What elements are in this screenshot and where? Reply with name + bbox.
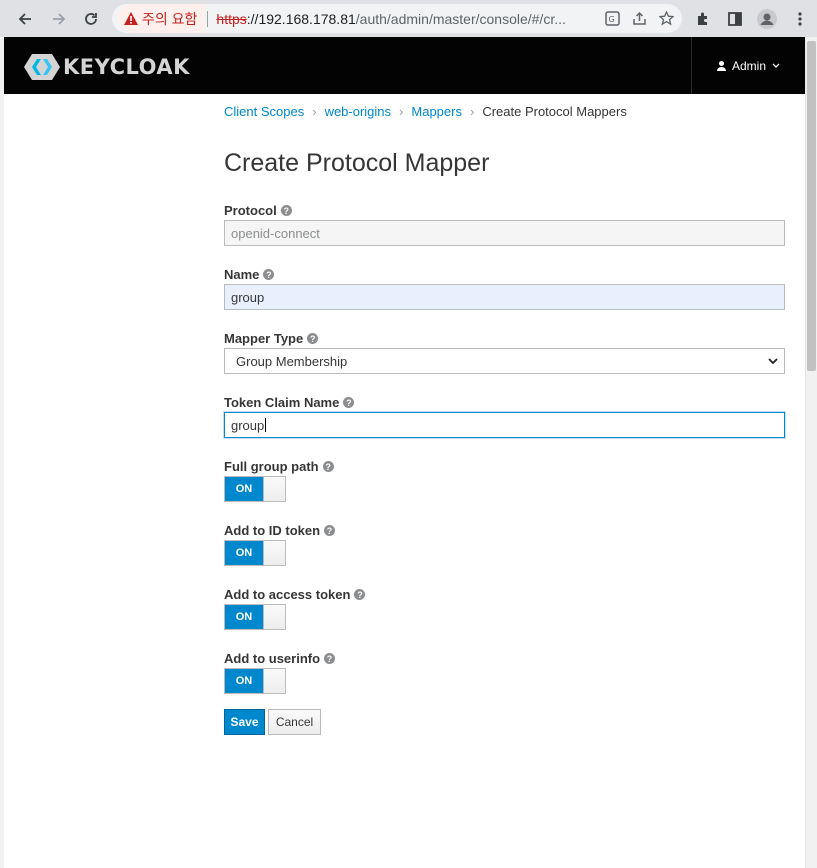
- breadcrumb-separator: ›: [469, 104, 475, 119]
- toggle-knob: [263, 669, 285, 693]
- share-icon[interactable]: [632, 11, 647, 26]
- keycloak-logo[interactable]: KEYCLOAK: [24, 54, 190, 80]
- toggle-on-label: ON: [225, 605, 263, 629]
- token-claim-name-label: Token Claim Name ?: [224, 395, 355, 410]
- add-to-id-token-toggle[interactable]: ON: [224, 540, 286, 566]
- breadcrumb-client-scopes[interactable]: Client Scopes: [224, 104, 304, 119]
- window-edge: [0, 37, 4, 868]
- toggle-on-label: ON: [225, 477, 263, 501]
- url-path: /auth/admin/master/console/#/cr...: [355, 10, 566, 27]
- breadcrumb-mappers[interactable]: Mappers: [411, 104, 462, 119]
- user-icon: [716, 60, 726, 71]
- profile-avatar-icon: [757, 9, 777, 29]
- add-to-id-token-label: Add to ID token ?: [224, 523, 336, 538]
- page-scrollbar[interactable]: [805, 37, 817, 868]
- breadcrumb-separator: ›: [312, 104, 317, 119]
- full-group-path-label-text: Full group path: [224, 459, 319, 474]
- help-icon[interactable]: ?: [324, 525, 336, 536]
- add-to-userinfo-label: Add to userinfo ?: [224, 651, 336, 666]
- extensions-button[interactable]: [690, 6, 716, 32]
- token-claim-name-label-text: Token Claim Name: [224, 395, 340, 410]
- url-scheme: https: [216, 10, 247, 27]
- svg-text:G: G: [609, 15, 615, 24]
- url-text: https://192.168.178.81/auth/admin/master…: [216, 11, 565, 27]
- token-claim-name-value: group: [231, 417, 265, 433]
- side-panel-icon: [728, 12, 742, 26]
- security-warning-text: 주의 요함: [142, 10, 198, 27]
- profile-button[interactable]: [754, 6, 780, 32]
- help-icon[interactable]: ?: [322, 461, 334, 472]
- add-to-access-token-label: Add to access token ?: [224, 587, 366, 602]
- address-bar[interactable]: 주의 요함 https://192.168.178.81/auth/admin/…: [112, 4, 682, 33]
- keycloak-logo-text: KEYCLOAK: [63, 55, 190, 79]
- toggle-on-label: ON: [225, 541, 263, 565]
- chevron-down-icon: [772, 63, 780, 68]
- protocol-field: openid-connect: [224, 220, 785, 246]
- address-bar-actions: G: [605, 4, 674, 33]
- mapper-type-label: Mapper Type ?: [224, 331, 319, 346]
- help-icon[interactable]: ?: [280, 205, 292, 216]
- help-icon[interactable]: ?: [263, 269, 275, 280]
- warning-icon: [124, 12, 138, 25]
- security-warning-chip[interactable]: 주의 요함: [118, 4, 206, 33]
- keycloak-logo-icon: [24, 54, 60, 80]
- translate-icon[interactable]: G: [605, 11, 620, 26]
- user-menu[interactable]: Admin: [691, 37, 805, 94]
- mapper-type-label-text: Mapper Type: [224, 331, 304, 346]
- url-host: ://192.168.178.81: [246, 10, 356, 27]
- mapper-type-select[interactable]: Group Membership: [224, 348, 785, 374]
- divider: [207, 10, 209, 27]
- forward-arrow-icon: [53, 13, 66, 25]
- back-button[interactable]: [12, 6, 38, 32]
- toggle-knob: [263, 605, 285, 629]
- cancel-button[interactable]: Cancel: [268, 709, 321, 735]
- add-to-id-token-label-text: Add to ID token: [224, 523, 321, 538]
- save-button[interactable]: Save: [224, 709, 265, 735]
- toggle-knob: [263, 541, 285, 565]
- token-claim-name-input[interactable]: group: [224, 412, 785, 438]
- reload-icon: [85, 13, 97, 25]
- add-to-userinfo-label-text: Add to userinfo: [224, 651, 321, 666]
- protocol-label: Protocol ?: [224, 203, 292, 218]
- keycloak-header: KEYCLOAK Admin: [4, 37, 805, 94]
- breadcrumb-web-origins[interactable]: web-origins: [325, 104, 391, 119]
- help-icon[interactable]: ?: [354, 589, 366, 600]
- side-panel-button[interactable]: [722, 6, 748, 32]
- protocol-label-text: Protocol: [224, 203, 277, 218]
- name-label-text: Name: [224, 267, 260, 282]
- name-input[interactable]: group: [224, 284, 785, 310]
- add-to-access-token-toggle[interactable]: ON: [224, 604, 286, 630]
- breadcrumb: Client Scopes › web-origins › Mappers › …: [224, 104, 627, 119]
- toggle-knob: [263, 477, 285, 501]
- help-icon[interactable]: ?: [324, 653, 336, 664]
- puzzle-icon: [698, 12, 707, 25]
- bookmark-star-icon[interactable]: [659, 11, 674, 26]
- chevron-down-icon: [768, 357, 778, 364]
- name-label: Name ?: [224, 267, 275, 282]
- help-icon[interactable]: ?: [343, 397, 355, 408]
- full-group-path-toggle[interactable]: ON: [224, 476, 286, 502]
- forward-button[interactable]: [46, 6, 72, 32]
- text-cursor: [265, 418, 267, 432]
- mapper-type-value: Group Membership: [236, 353, 348, 369]
- reload-button[interactable]: [78, 6, 104, 32]
- breadcrumb-current: Create Protocol Mappers: [482, 104, 627, 119]
- breadcrumb-separator: ›: [399, 104, 404, 119]
- browser-toolbar: 주의 요함 https://192.168.178.81/auth/admin/…: [0, 0, 817, 37]
- browser-menu-button[interactable]: [787, 6, 813, 32]
- help-icon[interactable]: ?: [307, 333, 319, 344]
- add-to-access-token-label-text: Add to access token: [224, 587, 351, 602]
- add-to-userinfo-toggle[interactable]: ON: [224, 668, 286, 694]
- toggle-on-label: ON: [225, 669, 263, 693]
- kebab-menu-icon: [798, 12, 802, 26]
- scrollbar-thumb[interactable]: [807, 41, 816, 371]
- full-group-path-label: Full group path ?: [224, 459, 334, 474]
- back-arrow-icon: [18, 13, 31, 25]
- user-name: Admin: [731, 58, 766, 73]
- page-title: Create Protocol Mapper: [224, 149, 490, 177]
